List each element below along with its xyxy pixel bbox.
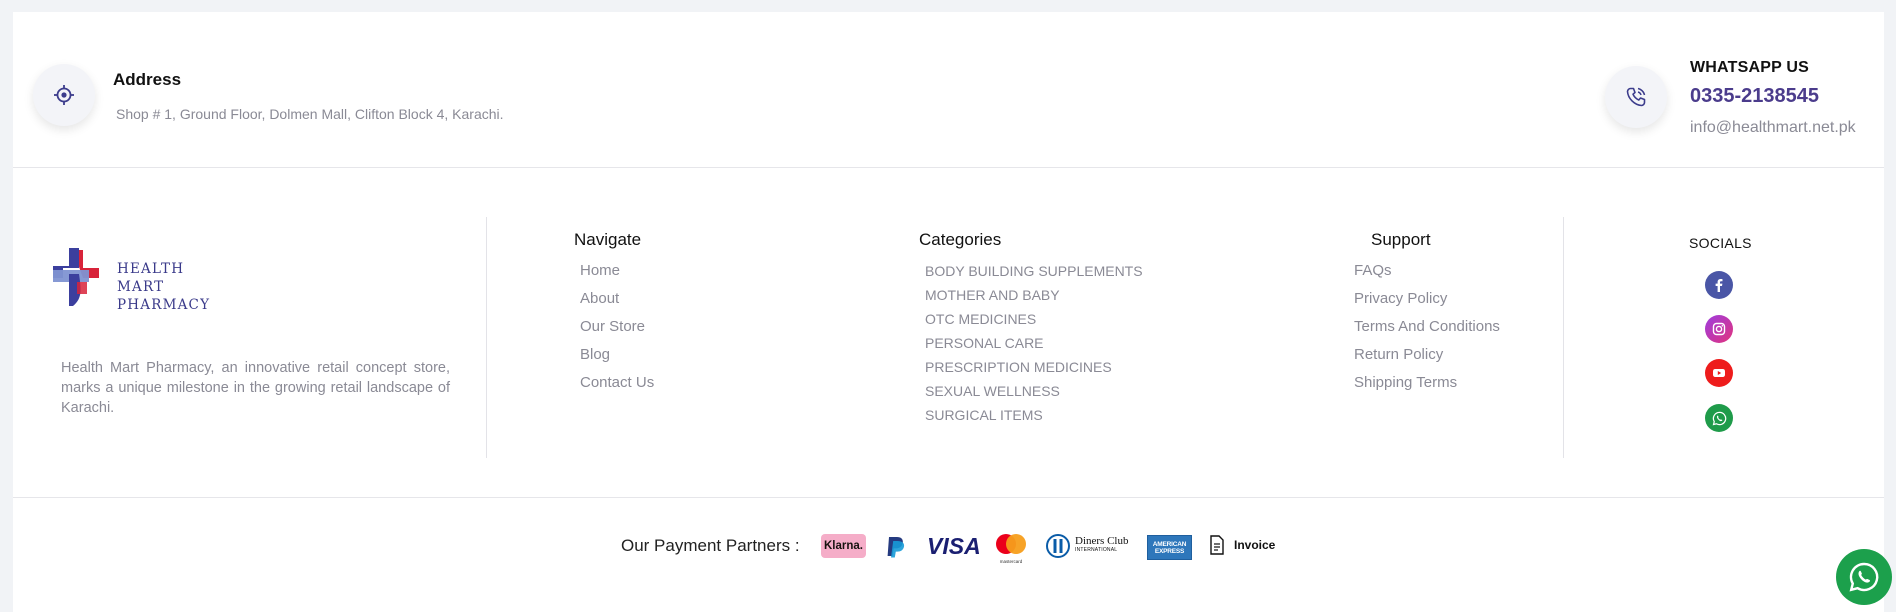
nav-link-home[interactable]: Home: [580, 261, 654, 289]
instagram-icon[interactable]: [1705, 315, 1733, 343]
whatsapp-title: WHATSAPP US: [1690, 59, 1809, 76]
whatsapp-phone[interactable]: 0335-2138545: [1690, 85, 1819, 108]
nav-link-our-store[interactable]: Our Store: [580, 317, 654, 345]
socials-title: SOCIALS: [1689, 235, 1752, 251]
contact-bar: [13, 12, 1884, 168]
category-link[interactable]: OTC MEDICINES: [925, 309, 1143, 333]
support-list: FAQs Privacy Policy Terms And Conditions…: [1354, 261, 1500, 401]
payment-bar: [13, 497, 1884, 498]
contact-email[interactable]: info@healthmart.net.pk: [1690, 119, 1856, 137]
facebook-icon[interactable]: [1705, 271, 1733, 299]
payment-partners-label: Our Payment Partners :: [621, 536, 800, 555]
category-link[interactable]: MOTHER AND BABY: [925, 285, 1143, 309]
divider: [1563, 217, 1564, 458]
mastercard-logo: mastercard: [994, 533, 1028, 564]
support-link-terms[interactable]: Terms And Conditions: [1354, 317, 1500, 345]
amex-logo: AMERICAN EXPRESS: [1147, 535, 1192, 560]
whatsapp-icon: [1849, 562, 1879, 592]
health-mart-logo[interactable]: HEALTH MART PHARMACY: [53, 248, 233, 313]
support-link-shipping-terms[interactable]: Shipping Terms: [1354, 373, 1500, 401]
nav-link-contact-us[interactable]: Contact Us: [580, 373, 654, 401]
location-icon: [33, 64, 95, 126]
support-link-privacy-policy[interactable]: Privacy Policy: [1354, 289, 1500, 317]
navigate-title: Navigate: [574, 230, 642, 249]
brand-name-line2: PHARMACY: [117, 297, 211, 313]
categories-list: BODY BUILDING SUPPLEMENTS MOTHER AND BAB…: [925, 261, 1143, 429]
category-link[interactable]: PERSONAL CARE: [925, 333, 1143, 357]
support-link-faqs[interactable]: FAQs: [1354, 261, 1500, 289]
youtube-icon[interactable]: [1705, 359, 1733, 387]
nav-link-about[interactable]: About: [580, 289, 654, 317]
paypal-logo: [885, 535, 907, 564]
brand-description: Health Mart Pharmacy, an innovative reta…: [61, 360, 450, 416]
whatsapp-chat-button[interactable]: [1836, 549, 1892, 605]
invoice-logo: Invoice: [1209, 535, 1275, 555]
divider: [486, 217, 487, 458]
visa-logo: VISA: [927, 533, 981, 559]
diners-club-logo: Diners Club INTERNATIONAL: [1045, 534, 1130, 558]
navigate-list: Home About Our Store Blog Contact Us: [580, 261, 654, 401]
klarna-logo: Klarna.: [821, 534, 866, 558]
category-link[interactable]: SURGICAL ITEMS: [925, 405, 1143, 429]
whatsapp-icon[interactable]: [1705, 404, 1733, 432]
category-link[interactable]: PRESCRIPTION MEDICINES: [925, 357, 1143, 381]
nav-link-blog[interactable]: Blog: [580, 345, 654, 373]
phone-icon: [1605, 66, 1667, 128]
pharmacy-cross-logo: [53, 248, 99, 306]
category-link[interactable]: SEXUAL WELLNESS: [925, 381, 1143, 405]
category-link[interactable]: BODY BUILDING SUPPLEMENTS: [925, 261, 1143, 285]
address-title: Address: [113, 70, 182, 89]
support-title: Support: [1371, 230, 1431, 249]
categories-title: Categories: [919, 230, 1002, 249]
address-text: Shop # 1, Ground Floor, Dolmen Mall, Cli…: [116, 106, 504, 122]
brand-name-line1: HEALTH MART: [117, 261, 185, 295]
support-link-return-policy[interactable]: Return Policy: [1354, 345, 1500, 373]
invoice-icon: [1210, 535, 1224, 555]
